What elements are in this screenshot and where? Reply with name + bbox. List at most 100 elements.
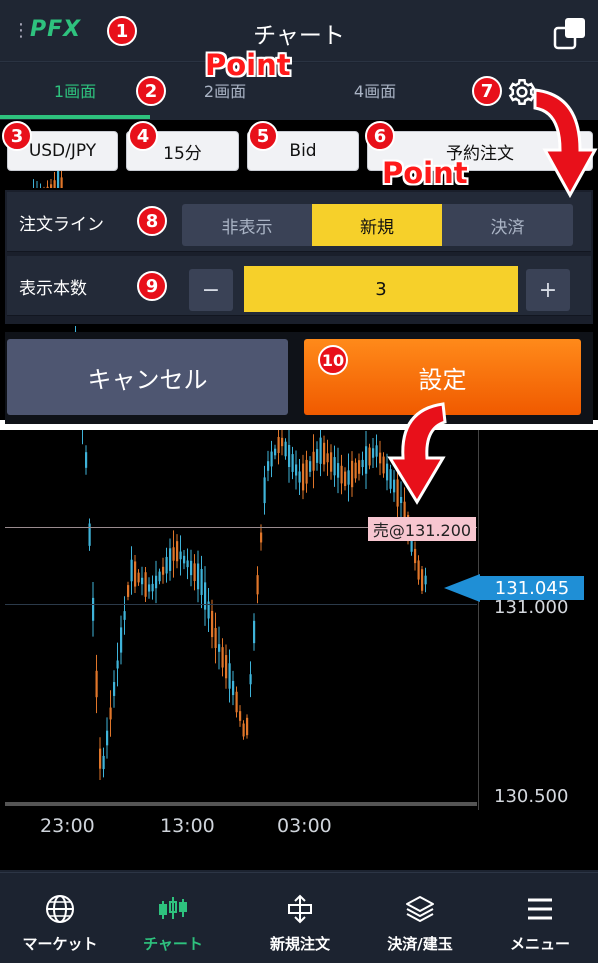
candle	[134, 554, 137, 594]
candle	[414, 541, 417, 571]
candle	[361, 451, 364, 476]
candle	[354, 458, 357, 483]
display-count-label: 表示本数	[19, 279, 87, 299]
y-tick-label: 130.500	[494, 786, 569, 807]
candle	[172, 530, 175, 578]
candle	[424, 567, 427, 593]
candle	[368, 443, 371, 470]
candle	[165, 547, 168, 583]
nav-chart[interactable]: チャート	[113, 873, 233, 963]
x-tick-label: 03:00	[277, 815, 332, 837]
candle	[158, 568, 161, 585]
candle	[155, 560, 158, 604]
order-line-option-settle[interactable]: 決済	[442, 204, 573, 246]
candle	[256, 566, 259, 604]
annotation-badge-10: 10	[318, 345, 348, 375]
candle	[85, 445, 88, 475]
candle	[344, 467, 347, 491]
candle	[340, 454, 343, 495]
candle	[113, 670, 116, 708]
candle	[263, 465, 266, 515]
active-tab-indicator	[0, 115, 150, 119]
candle	[309, 456, 312, 477]
nav-label: チャート	[143, 935, 203, 953]
candle	[148, 577, 151, 599]
nav-positions[interactable]: 決済/建玉	[360, 873, 480, 963]
candle	[232, 670, 235, 706]
candle	[88, 518, 91, 551]
decrement-button[interactable]: −	[189, 269, 233, 311]
candle	[312, 434, 315, 489]
candle	[92, 582, 95, 637]
order-settings-panel: 注文ライン 非表示 新規 決済 表示本数 − 3 +	[3, 188, 595, 326]
candle	[228, 649, 231, 703]
nav-menu[interactable]: メニュー	[480, 873, 598, 963]
annotation-badge-4: 4	[128, 121, 158, 151]
candle	[211, 599, 214, 649]
display-count-value[interactable]: 3	[244, 266, 518, 312]
tab-4-screen[interactable]: 4画面	[300, 63, 450, 120]
current-price-line	[5, 604, 477, 605]
display-count-row: 表示本数 − 3 +	[7, 256, 591, 316]
x-tick-label: 13:00	[160, 815, 215, 837]
candle	[337, 447, 340, 494]
candle	[106, 717, 109, 759]
candle	[284, 438, 287, 460]
point-callout: Point	[382, 156, 468, 190]
annotation-badge-3: 3	[2, 121, 32, 151]
nav-label: 決済/建玉	[387, 935, 453, 953]
nav-new-order[interactable]: 新規注文	[240, 873, 360, 963]
order-line-option-hide[interactable]: 非表示	[182, 204, 312, 246]
candle	[162, 557, 165, 584]
candle	[347, 453, 350, 502]
candle	[141, 566, 144, 596]
order-line-option-new[interactable]: 新規	[312, 204, 442, 246]
chart-scrollbar[interactable]	[5, 802, 477, 806]
annotation-badge-2: 2	[136, 76, 166, 106]
candle	[225, 644, 228, 689]
candle	[176, 534, 179, 569]
increment-button[interactable]: +	[526, 269, 570, 311]
candle	[323, 435, 326, 472]
candle	[197, 550, 200, 603]
x-tick-label: 23:00	[40, 815, 95, 837]
candle	[375, 434, 378, 468]
candle	[249, 661, 252, 698]
candle	[298, 459, 301, 495]
candle	[358, 453, 361, 481]
candle	[95, 654, 98, 714]
candle	[379, 440, 382, 476]
candle	[246, 714, 249, 739]
nav-market[interactable]: マーケット	[0, 873, 120, 963]
candlestick-icon	[159, 897, 187, 919]
candle	[351, 451, 354, 497]
candle	[183, 550, 186, 570]
candle	[123, 596, 126, 635]
page-title: チャート	[253, 23, 345, 49]
tab-1-screen[interactable]: 1画面	[0, 63, 150, 120]
candle	[365, 431, 368, 489]
candle	[291, 446, 294, 480]
candle	[242, 720, 245, 740]
price-pointer-icon	[444, 574, 480, 602]
candle	[214, 612, 217, 664]
candle	[372, 438, 375, 468]
candle	[239, 705, 242, 727]
candle	[281, 428, 284, 456]
candle	[190, 549, 193, 587]
candle	[186, 548, 189, 580]
candle	[193, 554, 196, 591]
annotation-badge-5: 5	[248, 121, 278, 151]
candle	[200, 555, 203, 609]
app-root: { "header":{"logo":"PFX","title":"チャート",…	[0, 0, 598, 963]
candle	[333, 445, 336, 487]
annotation-badge-6: 6	[365, 121, 395, 151]
nav-label: メニュー	[509, 935, 570, 953]
annotation-arrow-icon	[387, 402, 447, 505]
candle	[169, 538, 172, 581]
candle	[319, 425, 322, 477]
annotation-badge-8: 8	[137, 206, 167, 236]
annotation-badge-9: 9	[137, 271, 167, 301]
window-layout-icon[interactable]	[553, 16, 587, 50]
cancel-button[interactable]: キャンセル	[7, 339, 288, 415]
